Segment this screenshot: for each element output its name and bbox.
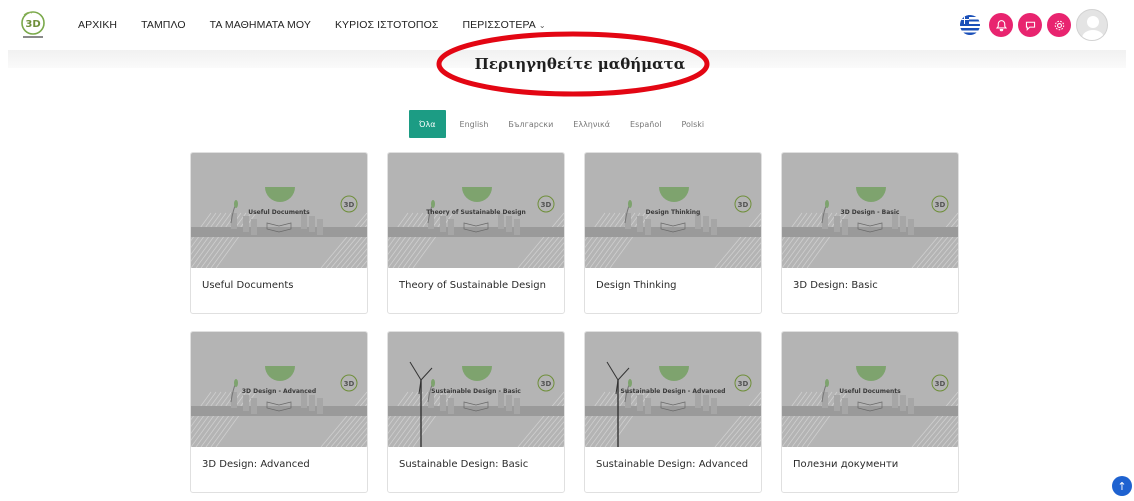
- filter-greek[interactable]: Ελληνικά: [573, 120, 610, 129]
- svg-text:3D: 3D: [738, 380, 749, 388]
- thumbnail-label: Sustainable Design - Basic: [431, 388, 521, 395]
- course-card[interactable]: 3D Useful Documents Полезни документи: [781, 331, 959, 493]
- greece-flag-icon[interactable]: [960, 15, 980, 35]
- notifications-button[interactable]: [989, 13, 1013, 37]
- course-title[interactable]: Useful Documents: [202, 280, 294, 291]
- nav-item-home[interactable]: ΑΡΧΙΚΗ: [78, 19, 117, 31]
- filter-bulgarian[interactable]: Български: [508, 120, 553, 129]
- course-card[interactable]: 3D Useful Documents Useful Documents: [190, 152, 368, 314]
- course-thumbnail: 3D 3D Design - Advanced: [191, 332, 367, 447]
- course-title[interactable]: 3D Design: Basic: [793, 280, 878, 291]
- nav-item-dashboard[interactable]: ΤΑΜΠΛΟ: [141, 19, 186, 31]
- course-thumbnail: 3D Useful Documents: [782, 332, 958, 447]
- arrow-up-icon: ↑: [1117, 479, 1127, 493]
- course-thumbnail: 3D Sustainable Design - Basic: [388, 332, 564, 447]
- thumbnail-label: Useful Documents: [839, 388, 901, 395]
- messages-button[interactable]: [1018, 13, 1042, 37]
- avatar-body: [1082, 30, 1104, 40]
- course-card[interactable]: 3D Sustainable Design - Basic Sustainable…: [387, 331, 565, 493]
- svg-text:3D: 3D: [738, 201, 749, 209]
- course-card[interactable]: 3D Design Thinking Design Thinking: [584, 152, 762, 314]
- svg-text:3D: 3D: [541, 201, 552, 209]
- course-thumbnail: 3D Sustainable Design - Advanced: [585, 332, 761, 447]
- thumbnail-label: 3D Design - Advanced: [241, 388, 317, 395]
- course-thumbnail: 3D Theory of Sustainable Design: [388, 153, 564, 268]
- site-logo[interactable]: 3D: [18, 9, 48, 41]
- course-card[interactable]: 3D Sustainable Design - Advanced Sustaina…: [584, 331, 762, 493]
- thumbnail-label: Sustainable Design - Advanced: [620, 388, 726, 395]
- page: 3D ΑΡΧΙΚΗ ΤΑΜΠΛΟ ΤΑ ΜΑΘΗΜΑΤΑ ΜΟΥ ΚΥΡΙΟΣ …: [0, 0, 1134, 501]
- course-title[interactable]: Sustainable Design: Basic: [399, 459, 528, 470]
- course-title[interactable]: Theory of Sustainable Design: [399, 280, 546, 291]
- course-thumbnail: 3D Useful Documents: [191, 153, 367, 268]
- language-filter: Όλα English Български Ελληνικά Español P…: [409, 110, 724, 138]
- back-to-top-button[interactable]: ↑: [1112, 476, 1132, 496]
- course-card[interactable]: 3D 3D Design - Advanced 3D Design: Advanc…: [190, 331, 368, 493]
- user-avatar[interactable]: [1076, 9, 1108, 41]
- nav-item-my-courses[interactable]: ΤΑ ΜΑΘΗΜΑΤΑ ΜΟΥ: [210, 19, 311, 31]
- bell-icon: [995, 19, 1007, 31]
- thumbnail-label: Useful Documents: [248, 209, 310, 216]
- filter-english[interactable]: English: [460, 120, 489, 129]
- nav-item-main-site[interactable]: ΚΥΡΙΟΣ ΙΣΤΟΤΟΠΟΣ: [335, 19, 439, 31]
- course-title[interactable]: Sustainable Design: Advanced: [596, 459, 748, 470]
- course-thumbnail: 3D 3D Design - Basic: [782, 153, 958, 268]
- filter-all[interactable]: Όλα: [409, 110, 446, 138]
- svg-text:3D: 3D: [935, 380, 946, 388]
- settings-button[interactable]: [1047, 13, 1071, 37]
- course-thumbnail: 3D Design Thinking: [585, 153, 761, 268]
- svg-text:3D: 3D: [25, 19, 40, 30]
- course-title[interactable]: Design Thinking: [596, 280, 677, 291]
- course-title[interactable]: Полезни документи: [793, 459, 898, 470]
- annotation-ellipse: [436, 31, 710, 97]
- thumbnail-label: 3D Design - Basic: [840, 209, 900, 216]
- svg-text:3D: 3D: [344, 201, 355, 209]
- gear-icon: [1054, 20, 1064, 30]
- thumbnail-label: Design Thinking: [645, 209, 701, 216]
- avatar-head: [1087, 16, 1099, 28]
- course-card[interactable]: 3D 3D Design - Basic 3D Design: Basic: [781, 152, 959, 314]
- course-title[interactable]: 3D Design: Advanced: [202, 459, 310, 470]
- chat-icon: [1025, 21, 1035, 31]
- thumbnail-label: Theory of Sustainable Design: [426, 209, 526, 216]
- navbar-actions: [960, 9, 1108, 41]
- svg-text:3D: 3D: [935, 201, 946, 209]
- filter-spanish[interactable]: Español: [630, 120, 661, 129]
- course-card[interactable]: 3D Theory of Sustainable Design Theory of…: [387, 152, 565, 314]
- filter-polish[interactable]: Polski: [681, 120, 704, 129]
- svg-text:3D: 3D: [344, 380, 355, 388]
- svg-text:3D: 3D: [541, 380, 552, 388]
- chevron-down-icon: ⌄: [538, 21, 546, 30]
